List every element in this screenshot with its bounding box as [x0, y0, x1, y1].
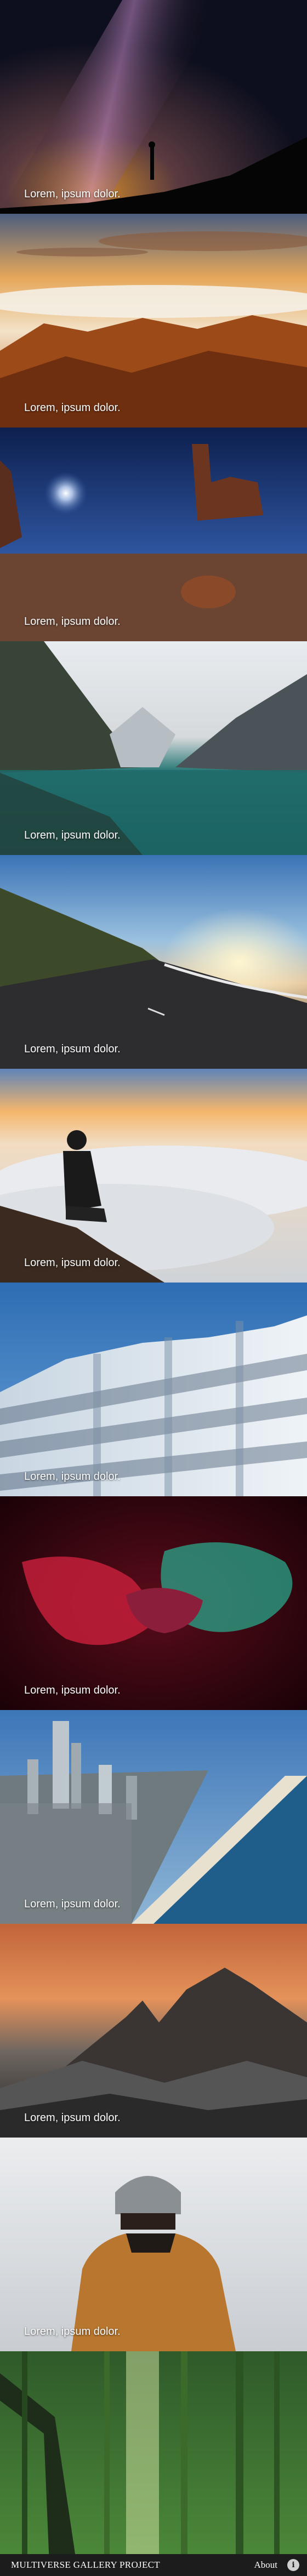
tile-image	[0, 1069, 307, 1283]
site-footer: MULTIVERSE GALLERY PROJECT About i	[0, 2554, 307, 2576]
tile-caption: Lorem, ipsum dolor.	[24, 615, 121, 628]
gallery-tile[interactable]: Lorem, ipsum dolor.	[0, 641, 307, 855]
tile-image	[0, 855, 307, 1069]
tile-image	[0, 214, 307, 428]
tile-caption: Lorem, ipsum dolor.	[24, 2112, 121, 2124]
gallery-tile[interactable]: Lorem, ipsum dolor.	[0, 0, 307, 214]
gallery-tile[interactable]: Lorem, ipsum dolor.	[0, 1710, 307, 1924]
gallery-tile[interactable]: Lorem, ipsum dolor.	[0, 1924, 307, 2138]
tile-caption: Lorem, ipsum dolor.	[24, 1043, 121, 1055]
tile-image	[0, 1496, 307, 1710]
tile-caption: Lorem, ipsum dolor.	[24, 402, 121, 414]
tile-image	[0, 428, 307, 641]
tile-image	[0, 0, 307, 214]
gallery-tile[interactable]: Lorem, ipsum dolor.	[0, 855, 307, 1069]
tile-caption: Lorem, ipsum dolor.	[24, 1898, 121, 1910]
tile-image	[0, 2351, 307, 2565]
tile-image	[0, 1924, 307, 2138]
gallery: Lorem, ipsum dolor. Lorem, ipsum dolor.	[0, 0, 307, 2576]
gallery-tile[interactable]	[0, 2351, 307, 2565]
tile-caption: Lorem, ipsum dolor.	[24, 1257, 121, 1269]
gallery-tile[interactable]: Lorem, ipsum dolor.	[0, 1069, 307, 1283]
tile-caption: Lorem, ipsum dolor.	[24, 1684, 121, 1696]
tile-caption: Lorem, ipsum dolor.	[24, 2326, 121, 2338]
tile-image	[0, 2138, 307, 2351]
tile-caption: Lorem, ipsum dolor.	[24, 1471, 121, 1483]
gallery-tile[interactable]: Lorem, ipsum dolor.	[0, 214, 307, 428]
tile-image	[0, 1710, 307, 1924]
about-link[interactable]: About	[254, 2560, 278, 2571]
gallery-tile[interactable]: Lorem, ipsum dolor.	[0, 2138, 307, 2351]
tile-caption: Lorem, ipsum dolor.	[24, 188, 121, 200]
brand-title[interactable]: MULTIVERSE GALLERY PROJECT	[11, 2560, 160, 2571]
tile-image	[0, 641, 307, 855]
tile-caption: Lorem, ipsum dolor.	[24, 829, 121, 841]
gallery-tile[interactable]: Lorem, ipsum dolor.	[0, 1283, 307, 1496]
tile-image	[0, 1283, 307, 1496]
gallery-tile[interactable]: Lorem, ipsum dolor.	[0, 1496, 307, 1710]
info-icon[interactable]: i	[287, 2559, 299, 2571]
gallery-tile[interactable]: Lorem, ipsum dolor.	[0, 428, 307, 641]
footer-nav: About i	[254, 2559, 299, 2571]
